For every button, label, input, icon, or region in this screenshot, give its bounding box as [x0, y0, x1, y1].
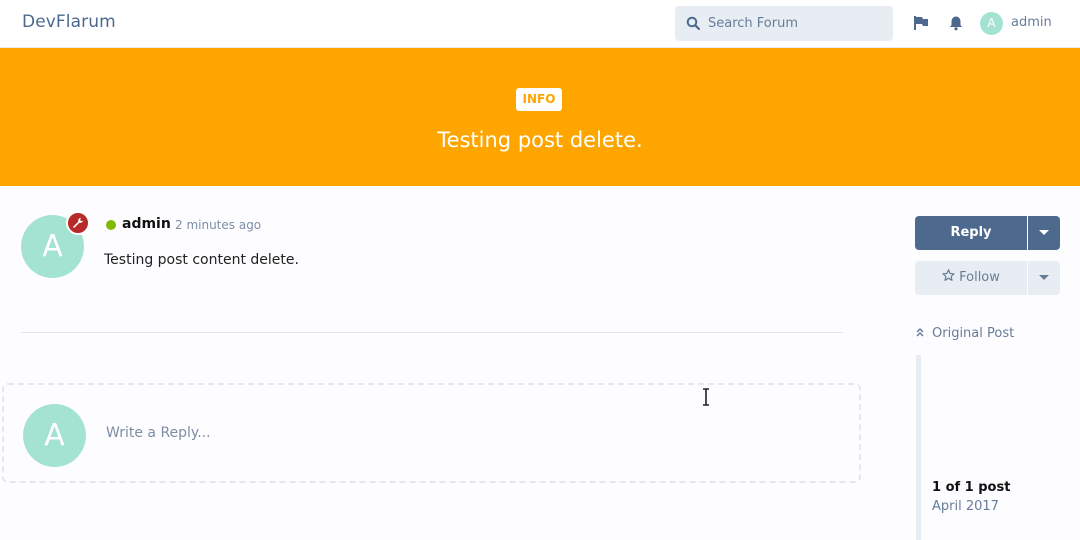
original-post-label: Original Post — [932, 326, 1015, 341]
post-scrubber-track[interactable] — [916, 355, 921, 540]
app-header: DevFlarum Search Forum A admin — [0, 0, 1080, 48]
double-chevron-up-icon — [916, 327, 924, 337]
composer-avatar: A — [23, 404, 86, 467]
text-cursor-icon — [703, 388, 709, 406]
post-timestamp[interactable]: 2 minutes ago — [175, 218, 261, 232]
wrench-icon — [73, 217, 84, 228]
follow-label: Follow — [959, 270, 1000, 285]
reply-placeholder[interactable]: Write a Reply... — [106, 425, 211, 441]
follow-button[interactable]: Follow — [915, 261, 1027, 295]
reply-dropdown-button[interactable] — [1028, 216, 1060, 250]
discussion-title: Testing post delete. — [437, 128, 643, 152]
post-divider — [21, 332, 843, 333]
flag-icon[interactable] — [913, 15, 929, 31]
tag-badge[interactable]: INFO — [516, 88, 562, 111]
original-post-link[interactable]: Original Post — [914, 326, 1014, 341]
online-indicator — [106, 220, 116, 230]
post-date: April 2017 — [932, 499, 999, 514]
user-avatar[interactable]: A — [980, 12, 1003, 35]
bell-icon[interactable] — [948, 15, 964, 31]
search-icon — [686, 16, 700, 30]
search-placeholder: Search Forum — [708, 16, 799, 31]
forum-brand-link[interactable]: DevFlarum — [22, 12, 116, 32]
caret-down-icon — [1039, 275, 1049, 280]
post-author-name[interactable]: admin — [122, 216, 171, 232]
caret-down-icon — [1039, 230, 1049, 235]
reply-button[interactable]: Reply — [915, 216, 1027, 250]
follow-dropdown-button[interactable] — [1028, 261, 1060, 295]
search-input[interactable]: Search Forum — [675, 6, 893, 41]
post-count: 1 of 1 post — [932, 480, 1011, 495]
post-content: Testing post content delete. — [104, 252, 299, 268]
admin-badge — [66, 211, 90, 235]
user-menu-button[interactable]: admin — [1011, 15, 1052, 30]
discussion-hero: INFO Testing post delete. — [0, 48, 1080, 186]
star-icon — [942, 269, 955, 281]
